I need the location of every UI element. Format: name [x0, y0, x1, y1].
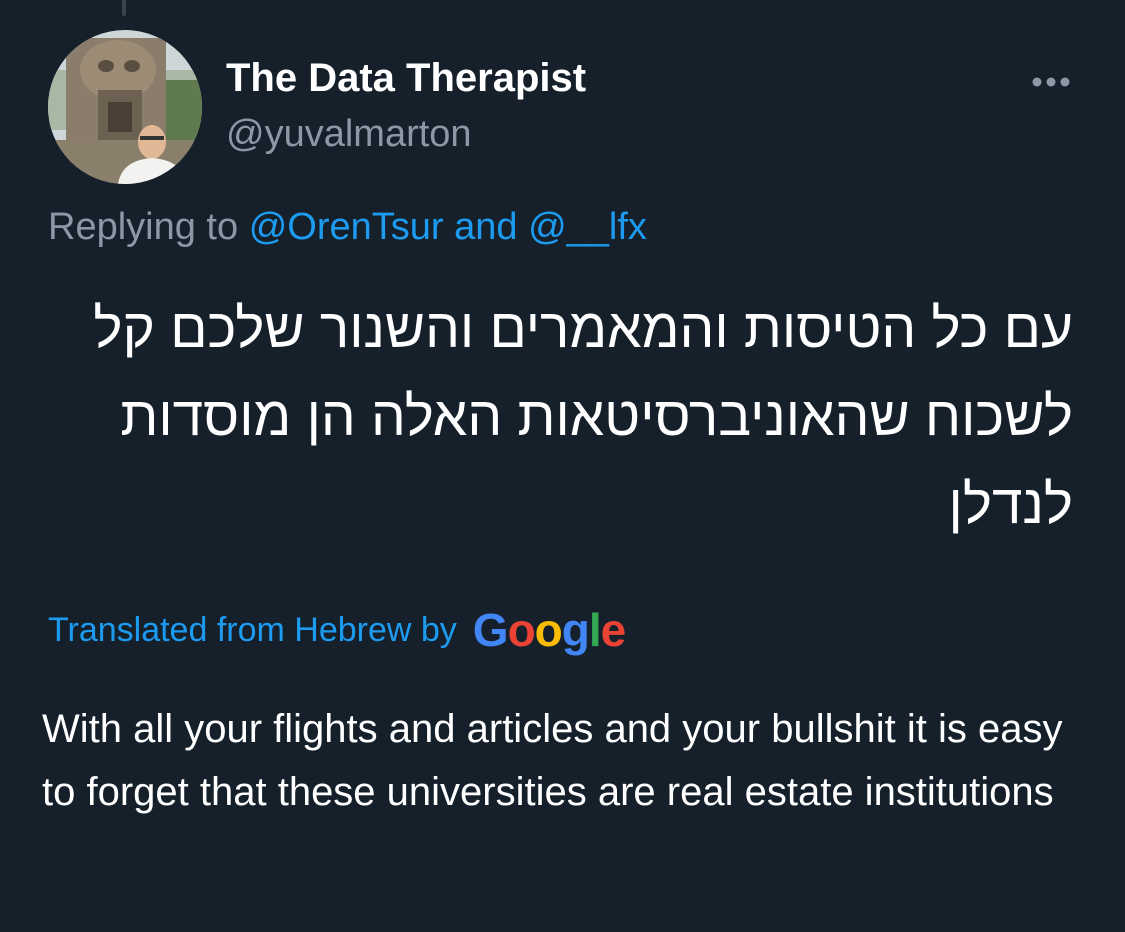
mention-link-lfx[interactable]: @__lfx — [528, 206, 647, 248]
google-logo-letter: g — [561, 604, 590, 656]
google-logo: Google — [472, 603, 627, 657]
google-logo-letter: l — [588, 604, 602, 656]
replying-and-link[interactable]: and — [454, 206, 517, 248]
more-dots-icon — [1032, 77, 1070, 87]
google-logo-letter: G — [472, 604, 509, 656]
google-logo-letter: o — [507, 604, 536, 656]
tweet-original-text: עם כל הטיסות והמאמרים והשנור שלכם קל לשכ… — [93, 297, 1073, 535]
tweet-translated-text: With all your flights and articles and y… — [42, 707, 1063, 814]
mention-link-orentsur[interactable]: @OrenTsur — [249, 206, 444, 248]
replying-to-line: Replying to @OrenTsur and @__lfx — [48, 206, 647, 249]
translation-attribution[interactable]: Translated from Hebrew by Google — [48, 598, 627, 662]
thread-connector-line — [122, 0, 126, 16]
author-display-name[interactable]: The Data Therapist — [226, 56, 586, 101]
replying-to-prefix: Replying to — [48, 206, 239, 248]
translated-from-label: Translated from Hebrew by — [48, 610, 457, 649]
google-logo-letter: e — [600, 604, 627, 656]
more-options-button[interactable] — [1024, 60, 1078, 104]
google-logo-letter: o — [534, 604, 563, 656]
avatar-image — [48, 30, 202, 184]
avatar[interactable] — [48, 30, 202, 184]
author-handle[interactable]: @yuvalmarton — [226, 113, 472, 156]
